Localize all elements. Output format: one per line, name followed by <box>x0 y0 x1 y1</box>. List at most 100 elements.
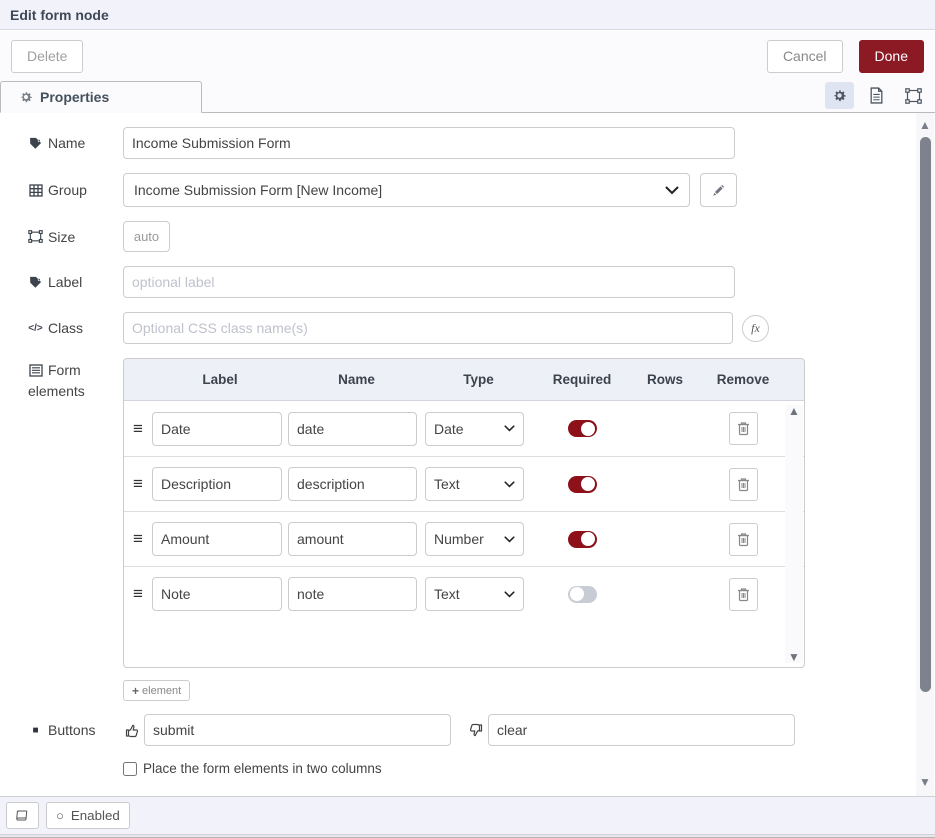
element-type-select[interactable]: Text <box>425 577 524 611</box>
action-bar: Delete Cancel Done <box>0 31 935 81</box>
tag-icon <box>28 276 43 289</box>
scrollbar-thumb[interactable] <box>920 137 931 692</box>
element-name-input[interactable] <box>288 522 417 556</box>
drag-handle-icon[interactable]: ≡ <box>124 529 152 549</box>
remove-element-button[interactable] <box>729 523 758 556</box>
chevron-down-icon <box>504 481 515 488</box>
dialog-header: Edit form node <box>0 0 935 30</box>
trash-icon <box>737 587 750 602</box>
form-elements-label-line1: Form <box>48 362 81 378</box>
class-row: </> Class fx <box>28 312 897 344</box>
fx-icon-button[interactable]: fx <box>742 315 769 342</box>
element-type-select[interactable]: Number <box>425 522 524 556</box>
add-element-button[interactable]: +element <box>123 680 190 701</box>
gear-icon <box>19 90 33 104</box>
table-scrollbar[interactable]: ▲ ▼ <box>785 405 803 663</box>
edit-group-button[interactable] <box>700 173 737 207</box>
description-tab-icon-button[interactable] <box>862 82 891 109</box>
node-help-button[interactable] <box>6 802 39 829</box>
element-type-select[interactable]: Date <box>425 412 524 446</box>
two-columns-checkbox[interactable] <box>123 762 137 776</box>
group-select[interactable]: Income Submission Form [New Income] <box>123 173 690 207</box>
enabled-toggle-button[interactable]: ○ Enabled <box>46 802 130 829</box>
header-remove: Remove <box>698 372 788 387</box>
scroll-down-icon[interactable]: ▼ <box>919 776 931 788</box>
scroll-down-icon[interactable]: ▼ <box>788 651 800 663</box>
name-input[interactable] <box>123 127 735 159</box>
clear-button-input[interactable] <box>488 714 795 746</box>
element-row: ≡ Text <box>124 566 804 621</box>
enabled-circle-icon: ○ <box>56 808 64 823</box>
properties-tab-icon-button[interactable] <box>825 82 854 109</box>
required-toggle[interactable] <box>568 531 597 548</box>
tab-properties[interactable]: Properties <box>0 81 202 113</box>
element-label-input[interactable] <box>152 412 282 446</box>
elements-table-header: Label Name Type Required Rows Remove <box>124 359 804 401</box>
size-row: Size auto <box>28 221 897 252</box>
element-label-input[interactable] <box>152 467 282 501</box>
label-label: Label <box>48 274 82 290</box>
list-icon <box>28 364 43 377</box>
name-row: Name <box>28 127 897 159</box>
properties-panel: Name Group Income Submission Form [New I… <box>0 113 935 796</box>
book-icon <box>16 809 29 823</box>
required-toggle[interactable] <box>568 586 597 603</box>
element-name-input[interactable] <box>288 412 417 446</box>
pencil-icon <box>712 184 725 197</box>
header-rows: Rows <box>632 372 698 387</box>
square-icon: ■ <box>28 725 43 736</box>
required-toggle[interactable] <box>568 476 597 493</box>
element-row: ≡ Text <box>124 456 804 511</box>
element-label-input[interactable] <box>152 577 282 611</box>
remove-element-button[interactable] <box>729 578 758 611</box>
size-auto-button[interactable]: auto <box>123 221 170 252</box>
object-group-icon <box>28 230 43 243</box>
element-name-input[interactable] <box>288 577 417 611</box>
group-select-value: Income Submission Form [New Income] <box>134 182 382 198</box>
required-toggle[interactable] <box>568 420 597 437</box>
main-scrollbar[interactable]: ▲ ▼ <box>916 113 934 796</box>
appearance-tab-icon-button[interactable] <box>899 82 928 109</box>
chevron-down-icon <box>504 536 515 543</box>
thumbs-down-icon <box>467 723 484 738</box>
code-icon: </> <box>28 323 43 334</box>
drag-handle-icon[interactable]: ≡ <box>124 474 152 494</box>
class-input[interactable] <box>123 312 733 344</box>
label-row: Label <box>28 266 897 298</box>
element-name-input[interactable] <box>288 467 417 501</box>
drag-handle-icon[interactable]: ≡ <box>124 584 152 604</box>
submit-button-input[interactable] <box>144 714 451 746</box>
trash-icon <box>737 477 750 492</box>
dialog-bottom-edge <box>0 834 935 837</box>
form-elements-label-line2: elements <box>28 383 123 399</box>
elements-table: Label Name Type Required Rows Remove ≡ D… <box>123 358 805 668</box>
document-icon <box>869 87 884 104</box>
buttons-label: Buttons <box>48 722 95 738</box>
scroll-up-icon[interactable]: ▲ <box>919 119 931 131</box>
remove-element-button[interactable] <box>729 468 758 501</box>
scroll-up-icon[interactable]: ▲ <box>788 405 800 417</box>
element-label-input[interactable] <box>152 522 282 556</box>
group-row: Group Income Submission Form [New Income… <box>28 173 897 207</box>
delete-button[interactable]: Delete <box>11 40 83 73</box>
header-name: Name <box>288 372 425 387</box>
cancel-button[interactable]: Cancel <box>767 40 843 73</box>
element-type-select[interactable]: Text <box>425 467 524 501</box>
done-button[interactable]: Done <box>859 40 924 73</box>
tag-icon <box>28 137 43 150</box>
remove-element-button[interactable] <box>729 412 758 445</box>
form-elements-editor: Label Name Type Required Rows Remove ≡ D… <box>123 358 805 668</box>
thumbs-up-icon <box>123 723 140 738</box>
trash-icon <box>737 421 750 436</box>
two-columns-row: Place the form elements in two columns <box>123 761 897 776</box>
chevron-down-icon <box>504 425 515 432</box>
label-input[interactable] <box>123 266 735 298</box>
tab-icon-group <box>825 82 935 112</box>
enabled-label: Enabled <box>71 808 120 823</box>
dialog-title: Edit form node <box>10 7 109 23</box>
group-label: Group <box>48 182 87 198</box>
element-row: ≡ Date <box>124 401 804 456</box>
dialog-footer: ○ Enabled <box>0 796 935 834</box>
chevron-down-icon <box>504 591 515 598</box>
drag-handle-icon[interactable]: ≡ <box>124 419 152 439</box>
